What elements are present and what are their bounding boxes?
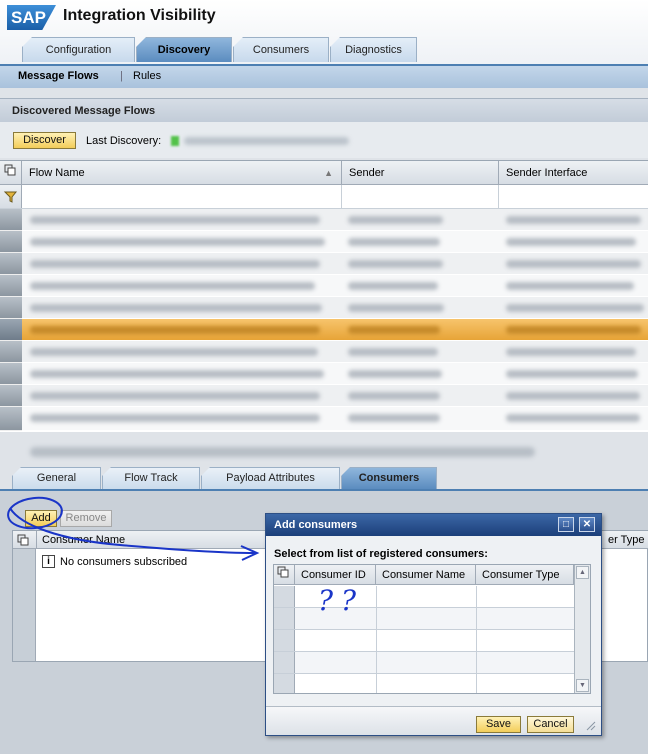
remove-button[interactable]: Remove	[60, 510, 112, 527]
column-settings-icon[interactable]	[274, 565, 295, 585]
table-row[interactable]	[274, 674, 574, 693]
column-header-sender-interface[interactable]: Sender Interface	[499, 161, 648, 185]
column-divider	[36, 531, 37, 549]
table-row[interactable]	[22, 341, 648, 363]
table-row[interactable]	[22, 363, 648, 385]
tab-payload-attributes[interactable]: Payload Attributes	[201, 467, 340, 489]
info-icon: i	[42, 555, 55, 568]
filter-divider	[341, 185, 342, 208]
selected-flow-detail-redacted	[30, 447, 535, 457]
row-selector[interactable]	[0, 407, 22, 431]
column-settings-icon[interactable]	[17, 534, 29, 549]
sort-asc-icon[interactable]: ▲	[324, 161, 333, 185]
subnav-message-flows[interactable]: Message Flows	[18, 70, 99, 82]
section-header: Discovered Message Flows	[0, 98, 648, 122]
tab-flow-track[interactable]: Flow Track	[102, 467, 200, 489]
save-button[interactable]: Save	[476, 716, 521, 733]
row-selector[interactable]	[0, 253, 22, 275]
table-row[interactable]	[274, 652, 574, 674]
section-title: Discovered Message Flows	[12, 105, 156, 117]
last-discovery-value-redacted	[184, 137, 349, 145]
tab-general[interactable]: General	[12, 467, 101, 489]
column-header-consumer-name[interactable]: Consumer Name	[376, 565, 476, 585]
row-selector[interactable]	[0, 275, 22, 297]
app-header: SAP Integration Visibility Configuration…	[0, 0, 648, 66]
tab-consumers-detail[interactable]: Consumers	[341, 467, 437, 489]
row-selector[interactable]	[0, 385, 22, 407]
column-header-consumer-type[interactable]: Consumer Type	[476, 565, 574, 585]
status-indicator-icon	[171, 136, 179, 146]
add-consumers-dialog: Add consumers □ ✕ Select from list of re…	[265, 513, 602, 736]
dialog-subtitle: Select from list of registered consumers…	[274, 548, 488, 560]
row-selector[interactable]	[0, 341, 22, 363]
filter-row	[0, 185, 648, 209]
empty-message: No consumers subscribed	[60, 556, 188, 568]
app-title: Integration Visibility	[63, 7, 216, 24]
last-discovery-label: Last Discovery:	[86, 135, 162, 147]
table-row[interactable]	[22, 209, 648, 231]
resize-grip-icon[interactable]	[584, 719, 596, 731]
row-selector[interactable]	[0, 297, 22, 319]
column-label: Flow Name	[29, 167, 85, 179]
row-selector[interactable]	[274, 586, 295, 607]
row-selector-column	[13, 549, 36, 661]
dialog-titlebar: Add consumers □ ✕	[266, 514, 601, 536]
row-selector[interactable]	[274, 630, 295, 651]
subnav-separator: |	[120, 70, 123, 82]
discover-button[interactable]: Discover	[13, 132, 76, 149]
row-selector[interactable]	[274, 674, 295, 693]
row-selector-selected[interactable]	[0, 319, 22, 341]
column-header-consumer-name[interactable]: Consumer Name	[42, 534, 125, 546]
dialog-footer: Save Cancel	[266, 706, 601, 735]
sap-logo: SAP	[7, 5, 56, 30]
filter-divider	[498, 185, 499, 208]
row-selector[interactable]	[0, 209, 22, 231]
table-row[interactable]	[274, 630, 574, 652]
subnav-rules[interactable]: Rules	[133, 70, 161, 82]
cancel-button[interactable]: Cancel	[527, 716, 574, 733]
table-row[interactable]	[22, 231, 648, 253]
scroll-down-icon[interactable]: ▼	[576, 679, 589, 692]
table-row[interactable]	[22, 275, 648, 297]
dialog-title: Add consumers	[274, 519, 358, 531]
maximize-icon[interactable]: □	[558, 517, 574, 532]
discovery-toolbar: Discover Last Discovery:	[0, 122, 648, 158]
close-icon[interactable]: ✕	[579, 517, 595, 532]
sub-navigation: Message Flows | Rules	[0, 64, 648, 88]
table-row[interactable]	[22, 407, 648, 431]
column-header-consumer-type[interactable]: er Type	[608, 534, 645, 546]
column-header-consumer-id[interactable]: Consumer ID	[295, 565, 376, 585]
tab-configuration[interactable]: Configuration	[22, 37, 135, 62]
tab-consumers[interactable]: Consumers	[233, 37, 329, 62]
row-selector[interactable]	[0, 231, 22, 253]
message-flows-table: Flow Name ▲ Sender Sender Interface	[0, 160, 648, 432]
tab-discovery[interactable]: Discovery	[136, 37, 232, 62]
column-header-flow-name[interactable]: Flow Name ▲	[22, 161, 342, 185]
column-settings-icon[interactable]	[0, 161, 22, 185]
table-row[interactable]	[22, 385, 648, 407]
table-row[interactable]	[22, 253, 648, 275]
tab-diagnostics[interactable]: Diagnostics	[330, 37, 417, 62]
column-header-sender[interactable]: Sender	[342, 161, 499, 185]
row-selector[interactable]	[0, 363, 22, 385]
filter-icon[interactable]	[0, 185, 22, 208]
add-button[interactable]: Add	[25, 510, 57, 527]
annotation-question-marks: ??	[318, 584, 365, 617]
row-selector[interactable]	[274, 652, 295, 673]
table-row[interactable]	[22, 297, 648, 319]
row-selector[interactable]	[274, 608, 295, 629]
table-row-selected[interactable]	[22, 319, 648, 341]
scroll-up-icon[interactable]: ▲	[576, 566, 589, 579]
vertical-scrollbar[interactable]: ▲ ▼	[574, 565, 590, 693]
